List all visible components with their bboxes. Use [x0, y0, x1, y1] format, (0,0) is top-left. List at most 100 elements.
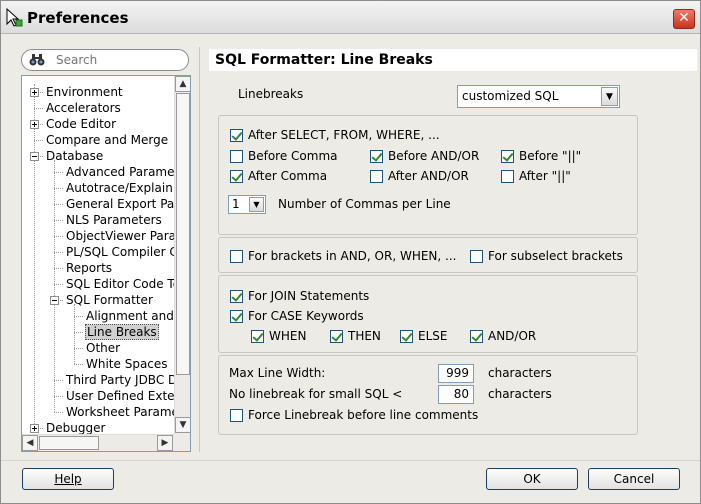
tree-item[interactable]: Other [22, 340, 174, 356]
checkbox-icon[interactable] [230, 310, 243, 323]
tree-item[interactable]: Advanced Paramet [22, 164, 174, 180]
linebreaks-selected-value: customized SQL [462, 89, 559, 103]
tree-connector [54, 188, 63, 189]
brackets-group: For brackets in AND, OR, WHEN, ... For s… [218, 237, 638, 273]
checkbox-icon[interactable] [370, 170, 383, 183]
window-title: Preferences [27, 9, 129, 27]
scroll-left-arrow-icon[interactable]: ◀ [22, 435, 38, 451]
scroll-thumb[interactable] [176, 93, 190, 375]
tree-item-label: General Export Par [66, 197, 174, 211]
tree-item[interactable]: Code Editor [22, 116, 174, 132]
checkbox-icon[interactable] [230, 250, 243, 263]
panel-title: SQL Formatter: Line Breaks [209, 49, 697, 71]
expand-icon[interactable] [30, 120, 39, 129]
tree-item[interactable]: Autotrace/Explain F [22, 180, 174, 196]
checkbox-icon[interactable] [230, 409, 243, 422]
checkbox-icon[interactable] [370, 150, 383, 163]
tree-item[interactable]: Accelerators [22, 100, 174, 116]
title-bar[interactable]: Preferences ✕ [1, 1, 700, 34]
tree-horizontal-scrollbar[interactable]: ◀ ▶ [22, 434, 174, 451]
cancel-button[interactable]: Cancel [588, 468, 680, 490]
tree-item-label: Alignment and I [86, 309, 174, 323]
help-button[interactable]: Help [22, 468, 114, 490]
small-sql-unit: characters [488, 387, 552, 401]
line-width-group: Max Line Width: 999 characters No linebr… [218, 355, 638, 435]
navigation-pane: Environment Accelerators Code Editor Compar… [21, 47, 191, 452]
tree-item[interactable]: General Export Par [22, 196, 174, 212]
close-button[interactable]: ✕ [673, 9, 695, 29]
collapse-icon[interactable] [50, 296, 59, 305]
tree-item-label: Database [46, 149, 104, 163]
checkbox-icon[interactable] [251, 330, 264, 343]
checkbox-icon[interactable] [230, 129, 243, 142]
tree-item-label: User Defined Exten [66, 389, 174, 403]
tree-connector [54, 396, 63, 397]
tree-connector [54, 220, 63, 221]
tree-item-label: White Spaces [86, 357, 168, 371]
checkbox-icon[interactable] [470, 250, 483, 263]
checkbox-icon[interactable] [230, 150, 243, 163]
tree-item[interactable]: ObjectViewer Parar [22, 228, 174, 244]
ok-button[interactable]: OK [486, 468, 578, 490]
pane-divider[interactable] [199, 47, 200, 452]
linebreaks-select[interactable]: customized SQL ▼ [457, 85, 620, 108]
tree-item[interactable]: SQL Editor Code Te [22, 276, 174, 292]
help-button-label: Help [54, 472, 82, 486]
tree-item[interactable]: PL/SQL Compiler C [22, 244, 174, 260]
checkbox-icon[interactable] [470, 330, 483, 343]
tree-connector [54, 252, 63, 253]
tree-item-label: Compare and Merge [46, 133, 169, 147]
tree-item[interactable]: Environment [22, 84, 174, 100]
checkbox-icon[interactable] [230, 170, 243, 183]
tree-item[interactable]: User Defined Exten [22, 388, 174, 404]
checkbox-icon[interactable] [400, 330, 413, 343]
expand-icon[interactable] [30, 88, 39, 97]
tree-connector [54, 268, 63, 269]
tree-list: Environment Accelerators Code Editor Compar… [22, 76, 174, 434]
tree-connector [74, 364, 83, 365]
checkbox-icon[interactable] [330, 330, 343, 343]
checkbox-icon[interactable] [230, 290, 243, 303]
tree-item[interactable]: SQL Formatter [22, 292, 174, 308]
tree-item-label: Reports [66, 261, 113, 275]
tree-connector [74, 332, 83, 333]
tree-vertical-scrollbar[interactable]: ▲ ▼ [174, 76, 190, 434]
tree-item[interactable]: Debugger [22, 420, 174, 434]
chevron-down-icon[interactable]: ▼ [249, 197, 264, 212]
checkbox-icon[interactable] [501, 170, 514, 183]
max-line-width-unit: characters [488, 366, 552, 380]
tree-item-label: Third Party JDBC D [66, 373, 174, 387]
tree-connector [74, 348, 83, 349]
tree-item[interactable]: White Spaces [22, 356, 174, 372]
tree-item-label: SQL Formatter [66, 293, 153, 307]
collapse-icon[interactable] [30, 152, 39, 161]
tree-item[interactable]: Alignment and I [22, 308, 174, 324]
expand-icon[interactable] [30, 424, 39, 433]
small-sql-input[interactable]: 80 [438, 385, 474, 404]
tree-item[interactable]: Line Breaks [22, 324, 174, 340]
tree-item[interactable]: Reports [22, 260, 174, 276]
tree-item[interactable]: Worksheet Paramet [22, 404, 174, 420]
checkbox-icon[interactable] [501, 150, 514, 163]
max-line-width-input[interactable]: 999 [438, 364, 474, 383]
binoculars-icon [29, 54, 45, 66]
footer-divider [1, 460, 700, 461]
horizontal-scroll-thumb[interactable] [39, 436, 99, 450]
scroll-down-arrow-icon[interactable]: ▼ [175, 417, 190, 433]
commas-per-line-value: 1 [232, 197, 240, 211]
search-input[interactable] [56, 52, 184, 68]
tree-connector [54, 204, 63, 205]
tree-item[interactable]: Database [22, 148, 174, 164]
tree-item[interactable]: Compare and Merge [22, 132, 174, 148]
tree-item-label: Accelerators [46, 101, 121, 115]
tree-item-label: NLS Parameters [66, 213, 162, 227]
small-sql-label: No linebreak for small SQL < [229, 387, 403, 401]
tree-item[interactable]: Third Party JDBC D [22, 372, 174, 388]
tree-item[interactable]: NLS Parameters [22, 212, 174, 228]
chevron-down-icon[interactable]: ▼ [601, 87, 618, 106]
search-box[interactable] [21, 49, 189, 71]
scroll-right-arrow-icon[interactable]: ▶ [157, 435, 173, 451]
tree-item-label: Code Editor [46, 117, 117, 131]
commas-per-line-select[interactable]: 1 ▼ [228, 195, 266, 214]
scroll-up-arrow-icon[interactable]: ▲ [175, 76, 190, 92]
